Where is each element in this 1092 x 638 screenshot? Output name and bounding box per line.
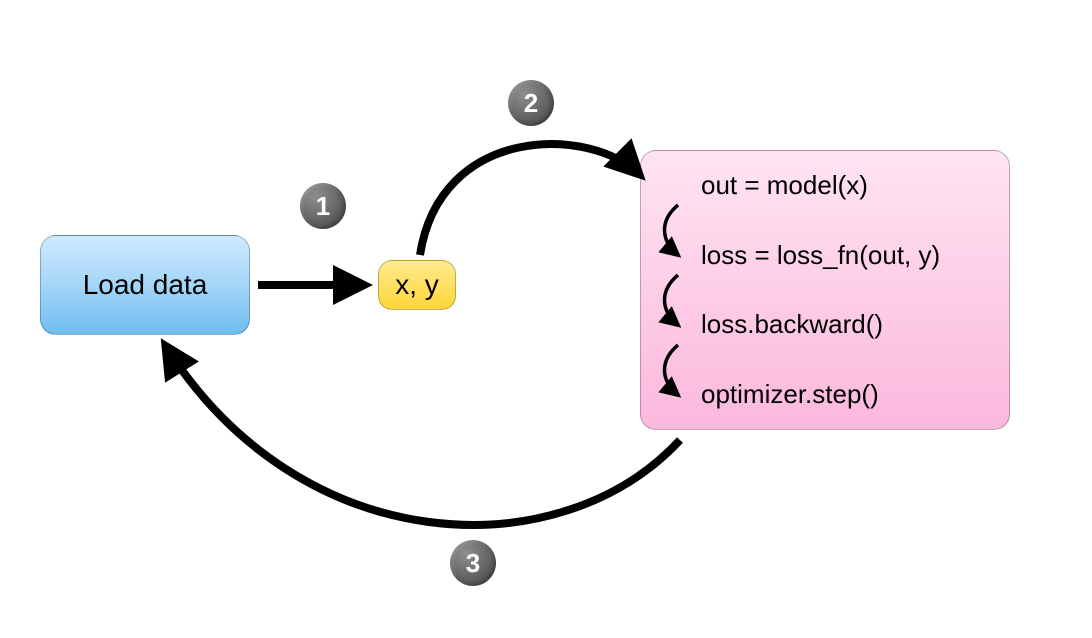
code-line-2: loss = loss_fn(out, y)	[701, 221, 940, 291]
step-marker-1: 1	[300, 183, 346, 229]
step-1-label: 1	[316, 191, 330, 222]
diagram-stage: Load data x, y out = model(x) loss = los…	[0, 0, 1092, 638]
load-data-box: Load data	[40, 235, 250, 335]
code-line-1: out = model(x)	[701, 151, 868, 221]
step-2-label: 2	[524, 88, 538, 119]
training-step-box: out = model(x) loss = loss_fn(out, y) lo…	[640, 150, 1010, 430]
load-data-label: Load data	[83, 269, 208, 301]
step-3-label: 3	[466, 548, 480, 579]
code-line-4: optimizer.step()	[701, 360, 879, 430]
arrow-train-to-load	[165, 345, 680, 525]
arrow-xy-to-train	[420, 144, 640, 255]
xy-box: x, y	[378, 260, 456, 310]
step-marker-3: 3	[450, 540, 496, 586]
step-marker-2: 2	[508, 80, 554, 126]
xy-label: x, y	[395, 269, 439, 301]
code-line-3: loss.backward()	[701, 290, 883, 360]
